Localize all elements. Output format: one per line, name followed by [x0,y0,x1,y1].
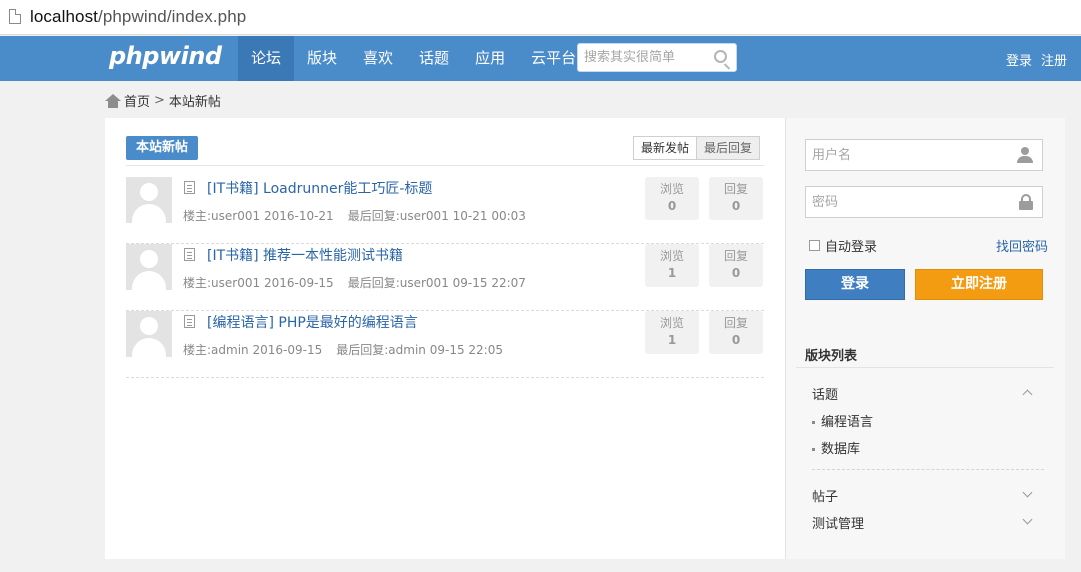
thread-title[interactable]: [IT书籍] 推荐一本性能测试书籍 [207,245,403,265]
divider [126,165,764,166]
thread-last-time: 09-15 22:07 [452,276,526,290]
replies-counter: 回复 0 [709,311,763,354]
sort-latest-post-button[interactable]: 最新发帖 [634,137,697,159]
header-register-link[interactable]: 注册 [1041,50,1067,69]
thread-date: 2016-09-15 [252,343,323,357]
thread-last-user[interactable]: user001 [400,276,449,290]
avatar[interactable] [126,177,172,223]
login-button[interactable]: 登录 [805,269,905,300]
divider [812,469,1044,470]
url-text[interactable]: localhost/phpwind/index.php [30,7,246,27]
nav-item-topics[interactable]: 话题 [406,36,462,81]
sub-item-programming[interactable]: 编程语言 [812,411,873,430]
lock-icon [1019,194,1033,210]
password-field [805,186,1043,218]
thread-last-user[interactable]: admin [388,343,426,357]
category-test-management[interactable]: 测试管理 [812,513,864,532]
page-icon [9,9,21,24]
home-icon[interactable] [105,93,121,108]
thread-row: [IT书籍] Loadrunner能工巧匠-标题 楼主:user001 2016… [126,177,764,244]
board-list-title: 版块列表 [805,349,858,364]
breadcrumb: 首页 > 本站新帖 [105,91,221,110]
thread-row: [编程语言] PHP是最好的编程语言 楼主:admin 2016-09-15 最后… [126,311,764,378]
remember-checkbox[interactable] [809,240,820,251]
avatar[interactable] [126,244,172,290]
document-icon [184,181,195,194]
thread-owner[interactable]: user001 [211,209,260,223]
sort-toggle: 最新发帖 最后回复 [633,136,761,160]
thread-owner[interactable]: user001 [211,276,260,290]
site-logo[interactable]: phpwind [109,42,222,70]
replies-counter: 回复 0 [709,244,763,287]
forgot-password-link[interactable]: 找回密码 [996,236,1048,255]
document-icon [184,248,195,261]
search-icon[interactable] [714,50,727,63]
thread-last-time: 10-21 00:03 [452,209,526,223]
document-icon [184,315,195,328]
thread-meta: 楼主:user001 2016-10-21 最后回复:user001 10-21 … [183,209,526,223]
browser-address-bar[interactable]: localhost/phpwind/index.php [0,0,1081,35]
thread-panel: 本站新帖 最新发帖 最后回复 [IT书籍] Loadrunner能工巧匠-标题 … [105,118,785,559]
site-header: phpwind 论坛 版块 喜欢 话题 应用 云平台 登录 注册 [0,36,1081,81]
thread-owner[interactable]: admin [211,343,249,357]
views-counter: 浏览 0 [645,177,699,220]
thread-meta: 楼主:admin 2016-09-15 最后回复:admin 09-15 22:0… [183,343,503,357]
chevron-down-icon[interactable] [1022,487,1033,498]
chevron-down-icon[interactable] [1022,514,1033,525]
category-posts[interactable]: 帖子 [812,486,838,505]
sort-latest-reply-button[interactable]: 最后回复 [696,137,760,159]
username-field [805,139,1043,171]
thread-date: 2016-10-21 [263,209,334,223]
breadcrumb-current[interactable]: 本站新帖 [169,91,221,110]
remember-label: 自动登录 [825,240,878,255]
breadcrumb-separator: > [154,93,165,108]
password-input[interactable] [806,187,1006,217]
thread-last-time: 09-15 22:05 [429,343,503,357]
replies-counter: 回复 0 [709,177,763,220]
views-counter: 浏览 1 [645,311,699,354]
thread-meta: 楼主:user001 2016-09-15 最后回复:user001 09-15 … [183,276,526,290]
nav-item-boards[interactable]: 版块 [294,36,350,81]
breadcrumb-home[interactable]: 首页 [124,91,150,110]
main-nav: 论坛 版块 喜欢 话题 应用 云平台 [238,36,589,81]
search-box [577,43,737,72]
register-button[interactable]: 立即注册 [915,269,1043,300]
thread-last-user[interactable]: user001 [400,209,449,223]
nav-item-likes[interactable]: 喜欢 [350,36,406,81]
username-input[interactable] [806,140,1006,170]
sub-item-database[interactable]: 数据库 [812,438,860,457]
category-topics[interactable]: 话题 [812,384,838,403]
views-counter: 浏览 1 [645,244,699,287]
thread-title[interactable]: [编程语言] PHP是最好的编程语言 [207,312,418,332]
nav-item-forum[interactable]: 论坛 [238,36,295,81]
divider [796,367,1054,368]
thread-date: 2016-09-15 [263,276,334,290]
nav-item-apps[interactable]: 应用 [462,36,518,81]
user-icon [1017,147,1033,163]
sidebar: 自动登录 找回密码 登录 立即注册 版块列表 话题 编程语言 数据库 帖子 测试… [785,118,1065,559]
section-tag: 本站新帖 [126,136,199,160]
remember-me[interactable]: 自动登录 [809,236,877,255]
header-login-link[interactable]: 登录 [1006,50,1032,69]
thread-row: [IT书籍] 推荐一本性能测试书籍 楼主:user001 2016-09-15 最… [126,244,764,311]
search-input[interactable] [578,44,708,71]
thread-title[interactable]: [IT书籍] Loadrunner能工巧匠-标题 [207,178,432,198]
chevron-up-icon[interactable] [1022,389,1033,400]
avatar[interactable] [126,311,172,357]
